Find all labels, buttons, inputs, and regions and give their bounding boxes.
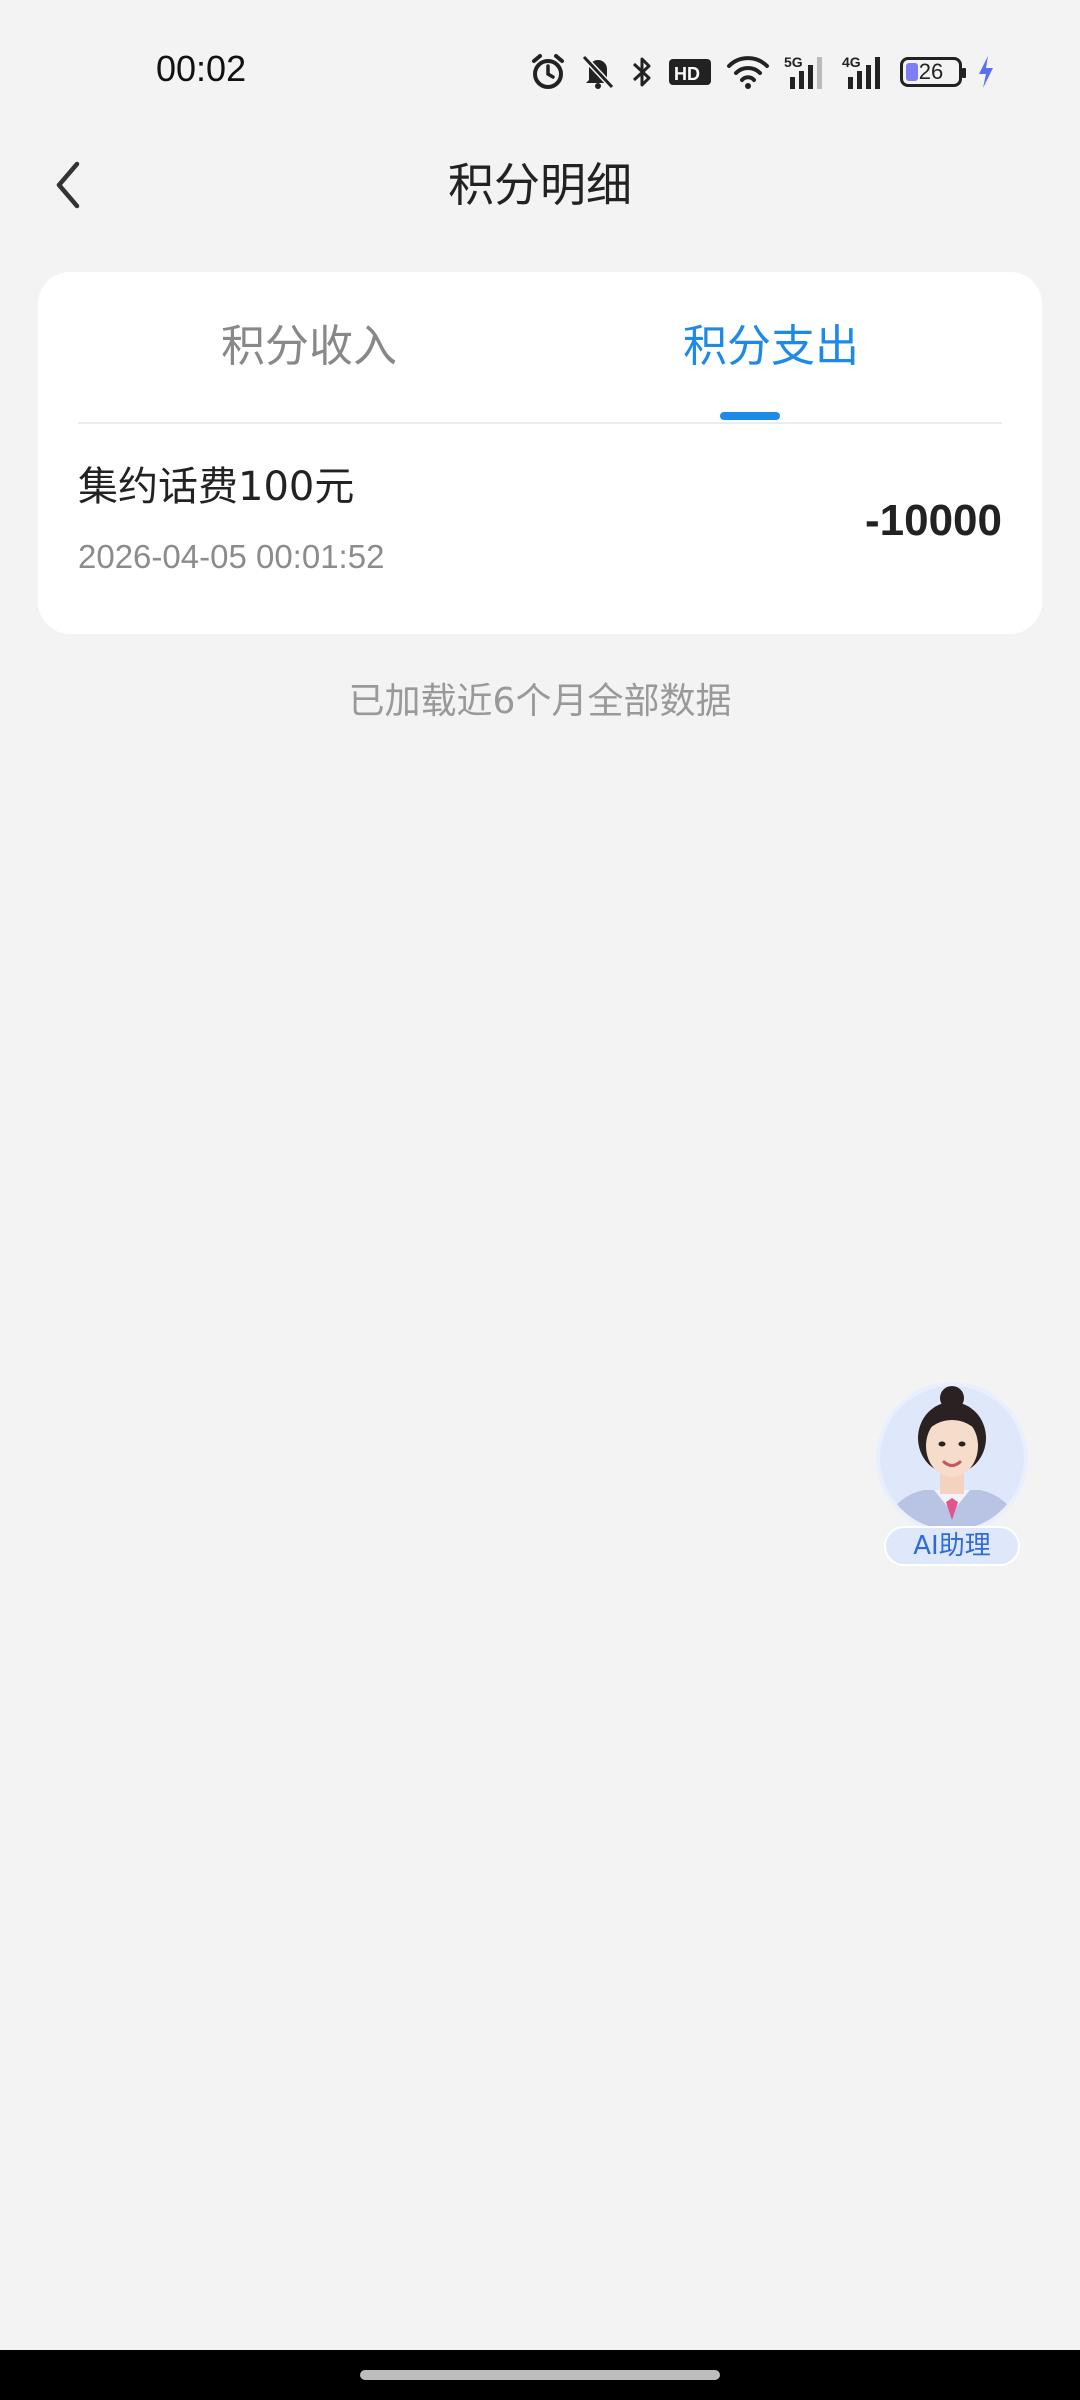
hd-icon: HD — [668, 56, 712, 88]
battery-text: 26 — [918, 59, 944, 84]
charging-icon — [976, 54, 996, 90]
record-datetime: 2026-04-05 00:01:52 — [78, 538, 385, 575]
status-bar: 00:02 HD 5G 4G 26 — [0, 0, 1080, 140]
page-title: 积分明细 — [448, 158, 632, 212]
ai-assistant-button[interactable]: AI助理 — [870, 1380, 1034, 1570]
list-item[interactable]: 集约话费100元 2026-04-05 00:01:52 -10000 — [78, 424, 1002, 634]
assistant-avatar-icon — [876, 1382, 1028, 1534]
points-card: 积分收入 积分支出 集约话费100元 2026-04-05 00:01:52 -… — [38, 272, 1042, 634]
bluetooth-icon — [630, 53, 654, 91]
signal-4g-icon: 4G — [842, 53, 886, 91]
mute-icon — [580, 53, 616, 91]
tab-bar: 积分收入 积分支出 — [78, 272, 1002, 424]
status-icons: HD 5G 4G 26 — [530, 50, 996, 94]
record-amount: -10000 — [864, 496, 1002, 545]
active-tab-indicator — [720, 412, 780, 420]
hd-text: HD — [674, 64, 700, 84]
signal-5g-icon: 5G — [784, 53, 828, 91]
signal-5g-text: 5G — [784, 54, 803, 70]
load-status-text: 已加载近6个月全部数据 — [348, 681, 732, 722]
tab-points-expense[interactable]: 积分支出 — [540, 272, 1002, 422]
battery-icon: 26 — [900, 57, 966, 87]
home-indicator[interactable] — [360, 2370, 720, 2380]
alarm-icon — [530, 53, 566, 91]
navigation-bar — [0, 2350, 1080, 2400]
ai-assistant-label: AI助理 — [884, 1526, 1020, 1566]
header: 积分明细 — [0, 140, 1080, 230]
status-time: 00:02 — [156, 48, 247, 89]
wifi-icon — [726, 54, 770, 90]
tab-points-income[interactable]: 积分收入 — [78, 272, 540, 422]
battery-level — [906, 63, 918, 81]
record-title: 集约话费100元 — [78, 464, 355, 510]
signal-4g-text: 4G — [842, 54, 861, 70]
